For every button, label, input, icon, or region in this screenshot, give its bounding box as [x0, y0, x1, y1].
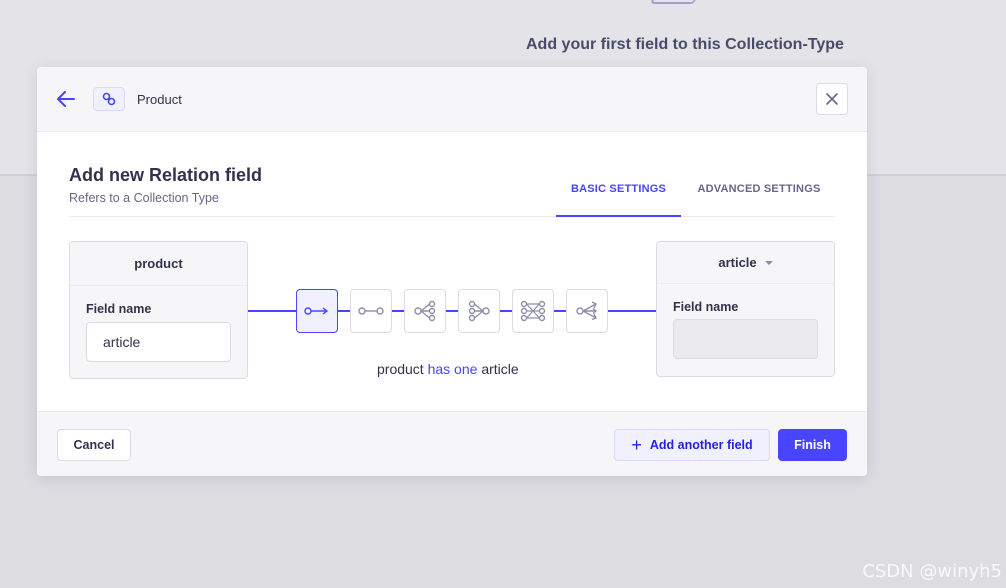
- tabs-divider: [69, 216, 835, 217]
- relation-description-type: has one: [427, 361, 478, 377]
- many-way-relation-icon: [576, 301, 598, 321]
- relation-one-to-many-button[interactable]: [404, 289, 446, 333]
- relation-field-modal: Product Add new Relation field Refers to…: [37, 67, 867, 476]
- plus-icon: +: [631, 435, 642, 455]
- relation-description-target: article: [481, 361, 519, 377]
- modal-subtitle: Refers to a Collection Type: [69, 191, 219, 205]
- source-field-name-label: Field name: [86, 302, 152, 316]
- modal-header: Product: [37, 67, 867, 132]
- one-way-relation-icon: [304, 307, 329, 315]
- arrow-left-icon: [57, 91, 75, 107]
- relation-many-to-one-button[interactable]: [458, 289, 500, 333]
- tab-basic-settings[interactable]: BASIC SETTINGS: [556, 183, 681, 217]
- relation-description: product has one article: [377, 361, 519, 377]
- watermark: CSDN @winyh5: [862, 561, 1002, 582]
- close-button[interactable]: [816, 83, 848, 115]
- link-icon: [102, 92, 116, 106]
- empty-state-heading: Add your first field to this Collection-…: [526, 36, 844, 53]
- relation-type-badge: [93, 87, 125, 111]
- target-collection-name: article: [718, 255, 757, 270]
- target-collection-select[interactable]: article: [657, 242, 834, 284]
- target-field-name-input: [673, 319, 818, 359]
- add-another-field-button[interactable]: + Add another field: [614, 429, 770, 461]
- empty-state-illustration: [650, 0, 698, 4]
- relation-one-to-one-button[interactable]: [350, 289, 392, 333]
- add-another-field-label: Add another field: [649, 438, 753, 452]
- relation-one-way-button[interactable]: [296, 289, 338, 333]
- cancel-button[interactable]: Cancel: [57, 429, 131, 461]
- modal-title: Add new Relation field: [69, 165, 263, 185]
- finish-button[interactable]: Finish: [778, 429, 847, 461]
- relation-description-source: product: [377, 361, 424, 377]
- relation-many-way-button[interactable]: [566, 289, 608, 333]
- back-button[interactable]: [55, 88, 77, 110]
- target-collection-card: article Field name: [656, 241, 835, 377]
- many-to-many-relation-icon: [520, 300, 546, 322]
- target-field-name-label: Field name: [673, 300, 739, 314]
- source-collection-name: product: [70, 242, 247, 286]
- source-collection-card: product Field name: [69, 241, 248, 379]
- close-icon: [826, 93, 838, 105]
- modal-footer: Cancel + Add another field Finish: [37, 411, 867, 476]
- many-to-one-relation-icon: [468, 300, 490, 322]
- caret-down-icon: [764, 260, 773, 265]
- tab-advanced-settings[interactable]: ADVANCED SETTINGS: [689, 183, 829, 216]
- one-to-one-relation-icon: [358, 307, 384, 315]
- one-to-many-relation-icon: [414, 300, 436, 322]
- relation-many-to-many-button[interactable]: [512, 289, 554, 333]
- source-field-name-input[interactable]: [86, 322, 231, 362]
- modal-header-title: Product: [137, 92, 182, 107]
